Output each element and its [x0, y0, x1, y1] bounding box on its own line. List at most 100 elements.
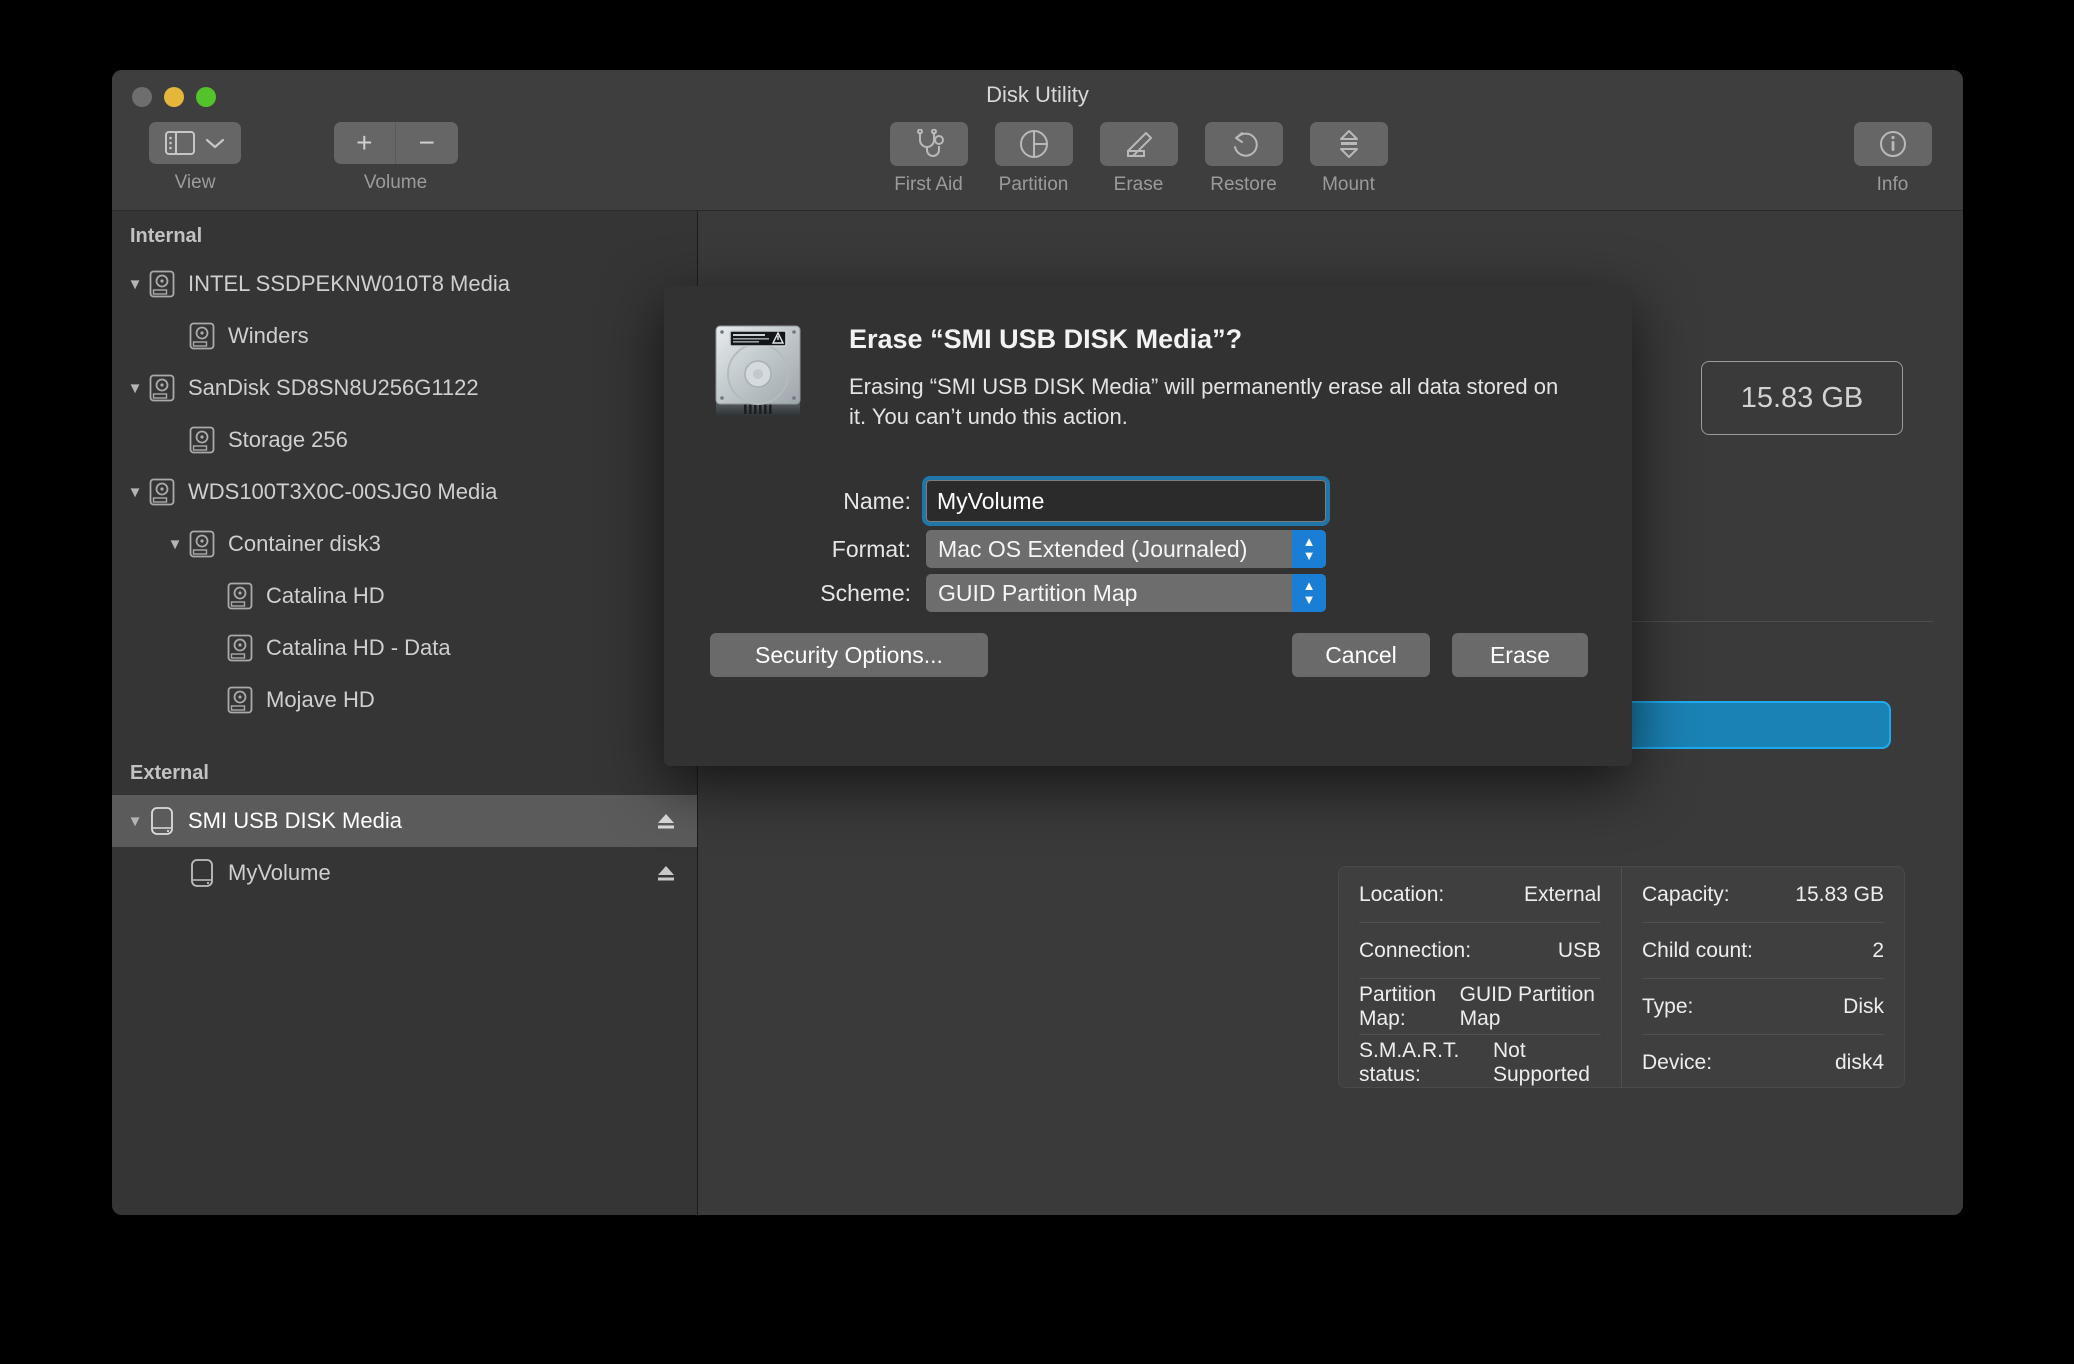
disclosure-spacer: · [200, 640, 226, 657]
internal-disk-icon [226, 685, 254, 715]
stepper-arrows-icon[interactable]: ▲ ▼ [1292, 574, 1326, 612]
format-label: Format: [831, 535, 911, 562]
view-options-button[interactable] [149, 122, 241, 164]
disclosure-triangle-icon[interactable]: ▼ [122, 276, 148, 293]
erase-confirm-button[interactable]: Erase [1452, 633, 1588, 677]
info-row-child-count: Child count: 2 [1642, 923, 1884, 979]
cancel-button[interactable]: Cancel [1292, 633, 1430, 677]
chevron-down-icon: ▼ [1302, 548, 1316, 563]
info-circle-icon [1878, 129, 1908, 159]
sidebar-section-header-internal: Internal [130, 225, 203, 247]
undo-arrow-icon [1229, 129, 1259, 159]
format-form-row: Format: Mac OS Extended (Journaled) ▲ ▼ [664, 526, 1632, 572]
volume-name-input[interactable] [926, 480, 1326, 522]
window-title: Disk Utility [986, 82, 1089, 107]
sidebar-item-mojave-hd[interactable]: · Mojave HD [112, 674, 697, 726]
sidebar-item-label: SanDisk SD8SN8U256G1122 [188, 375, 479, 400]
sidebar-item-label: Winders [228, 323, 309, 348]
capacity-badge: 15.83 GB [1701, 361, 1903, 435]
security-options-button[interactable]: Security Options... [710, 633, 988, 677]
mount-toolbar-group: Mount [1296, 122, 1401, 196]
sidebar-item-smi-usb-disk-media[interactable]: ▼ SMI USB DISK Media [112, 795, 697, 847]
sidebar-layout-icon [165, 131, 195, 155]
toolbar: Disk Utility View + − Volume First Aid P… [112, 70, 1963, 211]
internal-disk-icon [226, 581, 254, 611]
restore-toolbar-group: Restore [1191, 122, 1296, 196]
info-row-connection: Connection: USB [1359, 923, 1601, 979]
info-row-smart-status: S.M.A.R.T. status: Not Supported [1359, 1035, 1601, 1090]
restore-button[interactable] [1204, 122, 1283, 166]
sidebar-item-myvolume[interactable]: · MyVolume [112, 847, 697, 899]
scheme-form-row: Scheme: GUID Partition Map ▲ ▼ [664, 570, 1632, 616]
internal-disk-icon [188, 529, 216, 559]
info-row-device: Device: disk4 [1642, 1035, 1884, 1090]
info-value: GUID Partition Map [1459, 982, 1595, 1030]
info-value: Not Supported [1493, 1038, 1590, 1086]
info-row-capacity: Capacity: 15.83 GB [1642, 867, 1884, 923]
info-row-partition-map: Partition Map: GUID Partition Map [1359, 979, 1601, 1035]
disclosure-triangle-icon[interactable]: ▼ [162, 536, 188, 553]
sidebar-item-storage-256[interactable]: · Storage 256 [112, 414, 697, 466]
chevron-up-icon: ▲ [1302, 578, 1316, 594]
disclosure-triangle-icon[interactable]: ▼ [122, 484, 148, 501]
info-toolbar-group: Info [1840, 122, 1945, 196]
sidebar-item-wds[interactable]: ▼ WDS100T3X0C-00SJG0 Media [112, 466, 697, 518]
erase-confirmation-dialog: Erase “SMI USB DISK Media”? Erasing “SMI… [664, 286, 1632, 766]
stepper-arrows-icon[interactable]: ▲ ▼ [1292, 530, 1326, 568]
info-label: Partition Map: [1359, 982, 1437, 1030]
disk-info-column-left: Location: External Connection: USB Parti… [1339, 867, 1622, 1087]
sidebar-item-sandisk[interactable]: ▼ SanDisk SD8SN8U256G1122 [112, 362, 697, 414]
mount-button[interactable] [1309, 122, 1388, 166]
internal-disk-icon [148, 477, 176, 507]
info-label: S.M.A.R.T. status: [1359, 1038, 1460, 1086]
internal-disk-icon [148, 269, 176, 299]
disclosure-spacer: · [162, 865, 188, 882]
partition-toolbar-group: Partition [981, 122, 1086, 196]
info-label: Child count: [1642, 938, 1753, 962]
info-value: External [1523, 882, 1601, 906]
sidebar-item-intel-ssd[interactable]: ▼ INTEL SSDPEKNW010T8 Media [112, 258, 697, 310]
sidebar-section-header-external: External [130, 762, 209, 784]
sidebar-item-catalina-hd[interactable]: · Catalina HD [112, 570, 697, 622]
external-disk-icon [188, 858, 216, 888]
add-volume-button[interactable]: + [333, 122, 396, 164]
eject-icon[interactable] [655, 810, 677, 832]
erase-button[interactable] [1099, 122, 1178, 166]
internal-disk-icon [148, 373, 176, 403]
info-label: Device: [1642, 1050, 1713, 1074]
erase-pencil-icon [1124, 129, 1154, 159]
format-select[interactable]: Mac OS Extended (Journaled) ▲ ▼ [926, 530, 1326, 568]
scheme-selected-value: GUID Partition Map [938, 579, 1138, 606]
sidebar-item-winders[interactable]: · Winders [112, 310, 697, 362]
format-selected-value: Mac OS Extended (Journaled) [938, 535, 1248, 562]
remove-volume-button[interactable]: − [396, 122, 458, 164]
restore-label: Restore [1210, 174, 1277, 195]
disclosure-triangle-icon[interactable]: ▼ [122, 380, 148, 397]
first-aid-toolbar-group: First Aid [876, 122, 981, 196]
erase-toolbar-group: Erase [1086, 122, 1191, 196]
disk-utility-window: Disk Utility View + − Volume First Aid P… [112, 70, 1963, 1215]
sidebar-item-label: WDS100T3X0C-00SJG0 Media [188, 479, 498, 504]
view-label: View [174, 172, 216, 193]
dialog-title: Erase “SMI USB DISK Media”? [849, 324, 1243, 354]
sidebar-item-catalina-hd-data[interactable]: · Catalina HD - Data [112, 622, 697, 674]
disk-info-column-right: Capacity: 15.83 GB Child count: 2 Type: … [1622, 867, 1904, 1087]
info-value: 2 [1872, 938, 1884, 962]
device-sidebar: Internal ▼ INTEL SSDPEKNW010T8 Media · W… [112, 211, 698, 1215]
external-disk-icon [148, 806, 176, 836]
partition-button[interactable] [994, 122, 1073, 166]
info-label: Info [1876, 174, 1909, 195]
disclosure-triangle-icon[interactable]: ▼ [122, 813, 148, 830]
scheme-select[interactable]: GUID Partition Map ▲ ▼ [926, 574, 1326, 612]
internal-disk-icon [226, 633, 254, 663]
first-aid-button[interactable] [889, 122, 968, 166]
mount-eject-icon [1336, 129, 1362, 159]
sidebar-item-container-disk3[interactable]: ▼ Container disk3 [112, 518, 697, 570]
eject-icon[interactable] [655, 862, 677, 884]
info-button[interactable] [1853, 122, 1932, 166]
sidebar-item-label: MyVolume [228, 860, 331, 885]
screen: Disk Utility View + − Volume First Aid P… [0, 0, 2074, 1364]
name-form-row: Name: [664, 478, 1632, 524]
disclosure-spacer: · [200, 588, 226, 605]
info-label: Connection: [1359, 938, 1472, 962]
